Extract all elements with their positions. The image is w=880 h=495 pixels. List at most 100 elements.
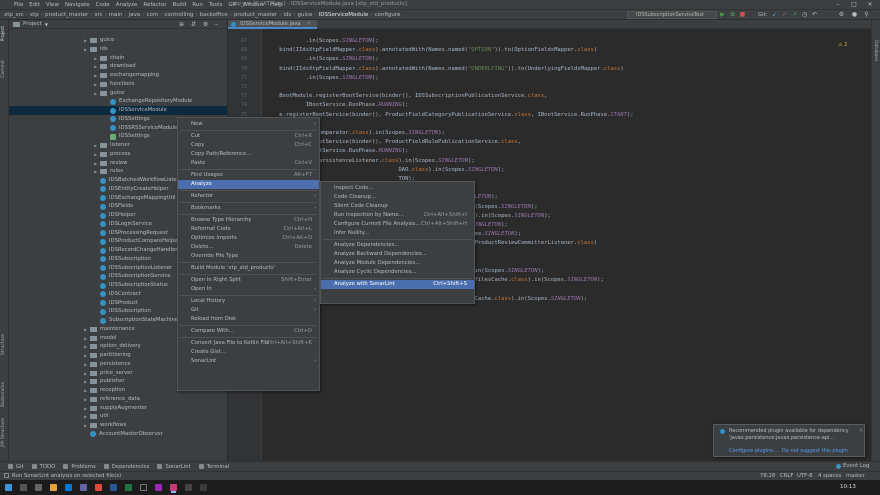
- git-branch[interactable]: master: [846, 473, 865, 479]
- tree-file[interactable]: IDSSubscription: [94, 307, 151, 316]
- menu-item-analyze-cyclic-dependencies[interactable]: Analyze Cyclic Dependencies...: [321, 268, 474, 277]
- menu-item-convert-java-file-to-kotlin-file[interactable]: Convert Java File to Kotlin File Ctrl+Alt…: [178, 339, 319, 348]
- warning-indicator[interactable]: ⚠ 2: [838, 42, 847, 48]
- tree-file[interactable]: IDSContract: [94, 290, 141, 299]
- breadcrumb-item[interactable]: IDSServiceModule: [319, 12, 369, 18]
- taskbar-search-icon[interactable]: [20, 484, 27, 491]
- tree-folder[interactable]: ▶ model: [84, 334, 117, 343]
- menu-item-create-gist[interactable]: Create Gist...: [178, 348, 319, 357]
- menu-item-open-in[interactable]: Open In ›: [178, 285, 319, 294]
- project-tool-tab[interactable]: Project: [1, 26, 6, 41]
- locate-icon[interactable]: ⊕: [179, 21, 184, 28]
- menu-item-silent-code-cleanup[interactable]: Silent Code Cleanup: [321, 202, 474, 211]
- indent-setting[interactable]: 4 spaces: [818, 473, 841, 479]
- bottom-tab-todo[interactable]: TODO: [31, 464, 55, 470]
- tree-file[interactable]: IDSSubscriptionService: [94, 272, 171, 281]
- excel-icon[interactable]: [125, 484, 132, 491]
- menu-item-optimize-imports[interactable]: Optimize Imports Ctrl+Alt+O: [178, 234, 319, 243]
- tree-file[interactable]: IDSEntityCreateHelper: [94, 185, 169, 194]
- tree-file[interactable]: IDSSubscriptionStatus: [94, 281, 168, 290]
- app-icon[interactable]: [155, 484, 162, 491]
- run-configuration-select[interactable]: IDSSubscriptionServiceTest: [627, 11, 717, 19]
- bottom-tab-dependencies[interactable]: Dependencies: [103, 464, 149, 470]
- git-push-icon[interactable]: ↗: [791, 11, 798, 18]
- tree-folder[interactable]: ▶ option_delivery: [84, 342, 141, 351]
- menu-item-bookmarks[interactable]: Bookmarks ›: [178, 204, 319, 213]
- close-icon[interactable]: ✕: [862, 0, 878, 9]
- tree-folder[interactable]: ▶ reception: [84, 386, 125, 395]
- tree-file[interactable]: IDSServiceModule: [9, 106, 227, 115]
- breadcrumb-item[interactable]: configure: [375, 12, 401, 18]
- event-log-tab[interactable]: Event Log: [836, 463, 869, 469]
- gear-icon[interactable]: ⚙: [203, 21, 208, 28]
- app-icon-3[interactable]: [200, 484, 207, 491]
- chevron-down-icon[interactable]: ▼: [45, 22, 48, 27]
- menu-item-analyze-dependencies[interactable]: Analyze Dependencies...: [321, 241, 474, 250]
- jpa-structure-tool-tab[interactable]: JPA Structure: [1, 418, 6, 447]
- maximize-icon[interactable]: □: [846, 0, 862, 9]
- tree-folder[interactable]: ▶ functions: [94, 80, 134, 89]
- stop-icon[interactable]: ■: [739, 11, 746, 18]
- user-icon[interactable]: ●: [851, 11, 858, 18]
- hide-panel-icon[interactable]: –: [215, 21, 218, 28]
- git-update-icon[interactable]: ↙: [771, 11, 778, 18]
- tree-file[interactable]: AccountMasterObserver: [84, 430, 163, 439]
- bottom-tab-terminal[interactable]: Terminal: [198, 464, 229, 470]
- menu-item-navigate[interactable]: Navigate: [65, 2, 90, 8]
- menu-item-delete[interactable]: Delete... Delete: [178, 243, 319, 252]
- menu-item-configure-current-file-analysis[interactable]: Configure Current File Analysis... Ctrl+A…: [321, 220, 474, 229]
- file-encoding[interactable]: UTF-8: [797, 473, 812, 479]
- menu-item-analyze-module-dependencies[interactable]: Analyze Module Dependencies...: [321, 259, 474, 268]
- breadcrumb-item[interactable]: main: [109, 12, 123, 18]
- git-commit-icon[interactable]: ✓: [781, 11, 788, 18]
- tree-folder[interactable]: ▶ reference_data: [84, 395, 140, 404]
- breadcrumb-item[interactable]: product_master: [234, 12, 277, 18]
- tree-folder[interactable]: ▶ listener: [94, 141, 130, 150]
- tree-file[interactable]: IDSSettings: [104, 115, 150, 124]
- tree-folder[interactable]: ▶ util: [84, 412, 108, 421]
- tree-file[interactable]: IDSExchangeMappingUtil: [94, 194, 176, 203]
- outlook-icon[interactable]: [65, 484, 72, 491]
- tree-file[interactable]: IDSSubscription: [94, 255, 151, 264]
- commit-tool-tab[interactable]: Commit: [1, 60, 6, 78]
- menu-item-local-history[interactable]: Local History ›: [178, 297, 319, 306]
- breadcrumb-item[interactable]: ids: [283, 12, 291, 18]
- debug-icon[interactable]: ✿: [729, 11, 736, 18]
- menu-item-tools[interactable]: Tools: [209, 2, 223, 8]
- menu-item-run[interactable]: Run: [192, 2, 203, 8]
- breadcrumb-item[interactable]: backoffice: [200, 12, 228, 18]
- tree-folder[interactable]: ▶ guice: [84, 36, 114, 45]
- menu-item-infer-nullity[interactable]: Infer Nullity...: [321, 229, 474, 238]
- menu-item-refactor[interactable]: Refactor: [143, 2, 166, 8]
- tree-file[interactable]: ExchangeRepositoryModule: [104, 97, 192, 106]
- caret-position[interactable]: 78:28: [760, 473, 775, 479]
- minimize-icon[interactable]: –: [830, 0, 846, 9]
- bottom-tab-sonarlint[interactable]: SonarLint: [157, 464, 191, 470]
- menu-item-build-module-xtp-std-products[interactable]: Build Module 'xtp_std_products': [178, 264, 319, 273]
- menu-item-new[interactable]: New ›: [178, 120, 319, 129]
- menu-item-file[interactable]: File: [14, 2, 23, 8]
- menu-item-edit[interactable]: Edit: [29, 2, 40, 8]
- tree-folder[interactable]: ▶ supplyAugmenter: [84, 404, 147, 413]
- menu-item-code-cleanup[interactable]: Code Cleanup...: [321, 193, 474, 202]
- menu-item-run-inspection-by-name[interactable]: Run Inspection by Name... Ctrl+Alt+Shift+…: [321, 211, 474, 220]
- chrome-icon[interactable]: [95, 484, 102, 491]
- search-icon[interactable]: ⚲: [863, 11, 870, 18]
- tree-folder[interactable]: ▶ partitioning: [84, 351, 131, 360]
- menu-item-copy-path-reference[interactable]: Copy Path/Reference...: [178, 150, 319, 159]
- history-icon[interactable]: ◷: [801, 11, 808, 18]
- teams-icon[interactable]: [80, 484, 87, 491]
- configure-plugins-link[interactable]: Configure plugins...: [729, 448, 778, 454]
- tree-file[interactable]: IDSSettings: [104, 132, 150, 141]
- breadcrumb-item[interactable]: controlling: [164, 12, 193, 18]
- project-panel-title[interactable]: Project: [23, 21, 42, 27]
- tree-folder[interactable]: ▶ rules: [94, 167, 123, 176]
- breadcrumb-item[interactable]: java: [129, 12, 141, 18]
- close-notification-icon[interactable]: ✕: [859, 428, 863, 434]
- close-tab-icon[interactable]: ✕: [306, 21, 310, 27]
- tree-folder[interactable]: ▶ maintenance: [84, 325, 135, 334]
- menu-item-analyze[interactable]: Analyze: [116, 2, 138, 8]
- menu-item-reload-from-disk[interactable]: Reload from Disk: [178, 315, 319, 324]
- menu-item-reformat-code[interactable]: Reformat Code Ctrl+Alt+L: [178, 225, 319, 234]
- database-tool-tab[interactable]: Database: [873, 40, 878, 61]
